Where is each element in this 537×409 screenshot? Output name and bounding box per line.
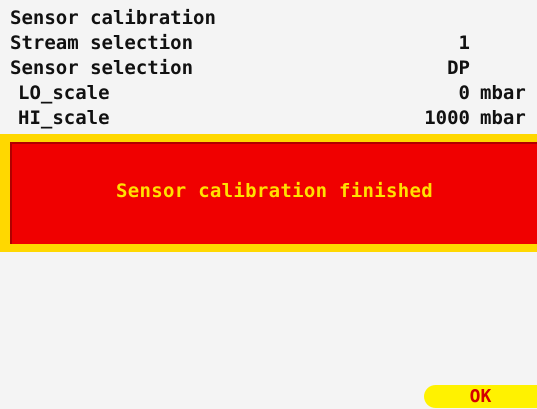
param-value-lo-scale: 0 [458,82,470,104]
param-label-sensor: Sensor selection [10,57,194,79]
param-unit-lo-scale: mbar [480,82,526,104]
param-row-hi-scale: HI_scale 1000 mbar [18,106,537,130]
param-value-sensor: DP [447,57,470,79]
param-label-hi-scale: HI_scale [18,107,110,129]
param-unit-hi-scale: mbar [480,107,526,129]
param-label-lo-scale: LO_scale [18,82,110,104]
param-value-hi-scale: 1000 [424,107,470,129]
dialog-panel: Sensor calibration finished [10,142,537,244]
calibration-screen: Sensor calibration Stream selection 1 Se… [0,0,537,408]
param-row-lo-scale: LO_scale 0 mbar [18,81,537,105]
calibration-finished-dialog: Sensor calibration finished [0,134,537,252]
screen-title-label: Sensor calibration [10,7,216,29]
param-row-sensor: Sensor selection DP [10,56,537,80]
screen-title: Sensor calibration [10,6,537,30]
ok-button[interactable]: OK [424,385,537,408]
param-row-stream: Stream selection 1 [10,31,537,55]
param-label-stream: Stream selection [10,32,194,54]
param-value-stream: 1 [458,32,470,54]
dialog-message: Sensor calibration finished [116,180,433,202]
